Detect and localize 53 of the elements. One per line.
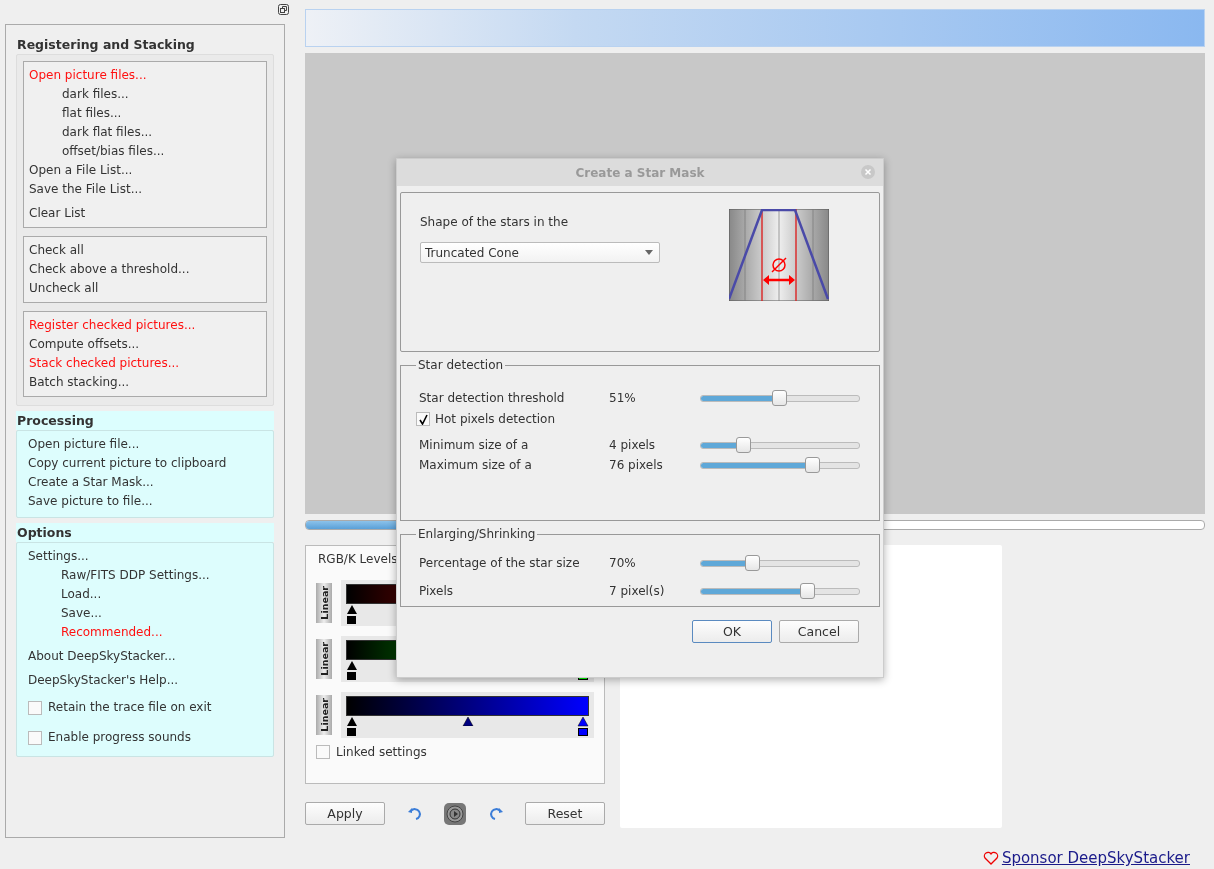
menu-item[interactable]: About DeepSkyStacker... — [28, 647, 262, 666]
slider-value: 7 pixel(s) — [609, 584, 666, 598]
menu-item[interactable]: flat files... — [29, 104, 261, 123]
ok-button[interactable]: OK — [692, 620, 772, 643]
sponsor-link[interactable]: Sponsor DeepSkyStacker — [1001, 849, 1190, 867]
checkbox[interactable]: Hot pixels detection — [416, 408, 861, 430]
section-title: Registering and Stacking — [16, 36, 196, 54]
menu-item[interactable]: Settings... — [28, 547, 262, 566]
menu-item[interactable]: Raw/FITS DDP Settings... — [28, 566, 262, 585]
cancel-button[interactable]: Cancel — [779, 620, 859, 643]
menu-item[interactable]: Create a Star Mask... — [28, 473, 262, 492]
slider-label: Minimum size of a — [419, 438, 530, 452]
menu-item[interactable]: dark files... — [29, 85, 261, 104]
menu-item[interactable]: Open a File List... — [29, 161, 261, 180]
menu-item[interactable]: DeepSkyStacker's Help... — [28, 671, 262, 690]
checkbox[interactable]: Linked settings — [316, 745, 594, 759]
group-title: Enlarging/Shrinking — [417, 527, 537, 541]
section-title: Options — [16, 523, 274, 542]
menu-item[interactable]: Save the File List... — [29, 180, 261, 199]
checkbox[interactable]: Retain the trace file on exit — [28, 695, 262, 720]
menu-item[interactable]: Load... — [28, 585, 262, 604]
menu-item[interactable]: dark flat files... — [29, 123, 261, 142]
menu-item[interactable]: offset/bias files... — [29, 142, 261, 161]
slider-label: Percentage of the star size — [419, 556, 581, 570]
slider-value: 70% — [609, 556, 637, 570]
curve-mode-label[interactable]: Linear — [316, 695, 332, 735]
dialog-title: Create a Star Mask — [575, 165, 705, 180]
reset-button[interactable]: Reset — [525, 802, 605, 825]
menu-item[interactable]: Check above a threshold... — [29, 260, 261, 279]
apply-button[interactable]: Apply — [305, 802, 385, 825]
menu-item[interactable]: Copy current picture to clipboard — [28, 454, 262, 473]
menu-item[interactable]: Save picture to file... — [28, 492, 262, 511]
slider-label: Pixels — [419, 584, 454, 598]
menu-item[interactable]: Clear List — [29, 204, 261, 223]
slider-value: 76 pixels — [609, 458, 664, 472]
menu-item[interactable]: Check all — [29, 241, 261, 260]
slider-value: 4 pixels — [609, 438, 657, 452]
slider-label: Maximum size of a — [419, 458, 533, 472]
group-title: Star detection — [417, 358, 505, 372]
menu-item[interactable]: Recommended... — [28, 623, 262, 642]
shape-label: Shape of the stars in the — [420, 215, 570, 229]
menu-item[interactable]: Batch stacking... — [29, 373, 261, 392]
slider-value: 51% — [609, 391, 637, 405]
section-title: Processing — [16, 411, 274, 430]
checkbox[interactable]: Enable progress sounds — [28, 725, 262, 750]
shape-dropdown[interactable]: Truncated Cone — [420, 242, 660, 263]
curve-mode-label[interactable]: Linear — [316, 639, 332, 679]
menu-item[interactable]: Save... — [28, 604, 262, 623]
curve-mode-label[interactable]: Linear — [316, 583, 332, 623]
menu-item[interactable]: Open picture file... — [28, 435, 262, 454]
menu-item[interactable]: Uncheck all — [29, 279, 261, 298]
slider-label: Star detection threshold — [419, 391, 566, 405]
menu-item[interactable]: Compute offsets... — [29, 335, 261, 354]
